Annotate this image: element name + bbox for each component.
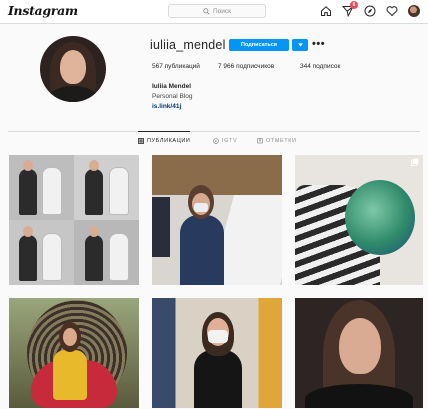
profile-avatar-large[interactable] — [40, 36, 106, 102]
gallery-icon — [411, 158, 419, 166]
followers-count[interactable]: 7 966 подписчиков — [218, 63, 300, 70]
post-thumbnail[interactable] — [152, 298, 282, 408]
tabs-divider — [8, 131, 420, 132]
post-thumbnail[interactable] — [9, 155, 139, 285]
avatar — [407, 4, 420, 17]
post-thumbnail[interactable] — [9, 298, 139, 408]
profile-full-name: Iuliia Mendel — [152, 83, 192, 90]
home-icon[interactable] — [319, 4, 332, 17]
profile-category: Personal Blog — [152, 93, 193, 100]
top-nav: Instagram Поиск 6 — [0, 0, 428, 24]
tab-posts-label: ПУБЛИКАЦИИ — [147, 137, 191, 144]
tab-igtv-label: IGTV — [222, 138, 238, 144]
igtv-icon — [213, 138, 219, 144]
post-thumbnail[interactable] — [295, 298, 423, 408]
profile-username: iuliia_mendel — [150, 38, 226, 52]
tab-tagged-label: ОТМЕТКИ — [266, 138, 297, 144]
direct-icon[interactable]: 6 — [341, 1, 358, 17]
tab-posts[interactable]: ПУБЛИКАЦИИ — [138, 131, 191, 149]
profile-avatar[interactable] — [407, 4, 420, 17]
tab-tagged[interactable]: ОТМЕТКИ — [257, 133, 297, 149]
profile-stats: 567 публикаций 7 966 подписчиков 344 под… — [152, 63, 340, 70]
heart-icon[interactable] — [385, 4, 398, 17]
posts-count: 567 публикаций — [152, 63, 200, 70]
search-icon — [203, 7, 210, 15]
chevron-down-icon — [297, 43, 303, 47]
profile-link[interactable]: is.link/41j — [152, 103, 181, 110]
suggestions-dropdown-button[interactable] — [292, 39, 308, 51]
search-placeholder: Поиск — [212, 7, 231, 15]
follow-button[interactable]: Подписаться — [229, 39, 289, 51]
grid-icon — [138, 137, 144, 144]
following-count[interactable]: 344 подписок — [300, 63, 340, 70]
instagram-logo[interactable]: Instagram — [8, 3, 78, 18]
tag-icon — [257, 138, 263, 144]
explore-icon[interactable] — [363, 4, 376, 17]
tab-igtv[interactable]: IGTV — [213, 133, 237, 149]
post-thumbnail[interactable] — [152, 155, 282, 285]
post-thumbnail[interactable] — [295, 155, 423, 285]
search-input[interactable]: Поиск — [168, 4, 266, 18]
more-options-button[interactable]: ••• — [312, 38, 325, 50]
notifications-badge: 6 — [350, 1, 358, 9]
